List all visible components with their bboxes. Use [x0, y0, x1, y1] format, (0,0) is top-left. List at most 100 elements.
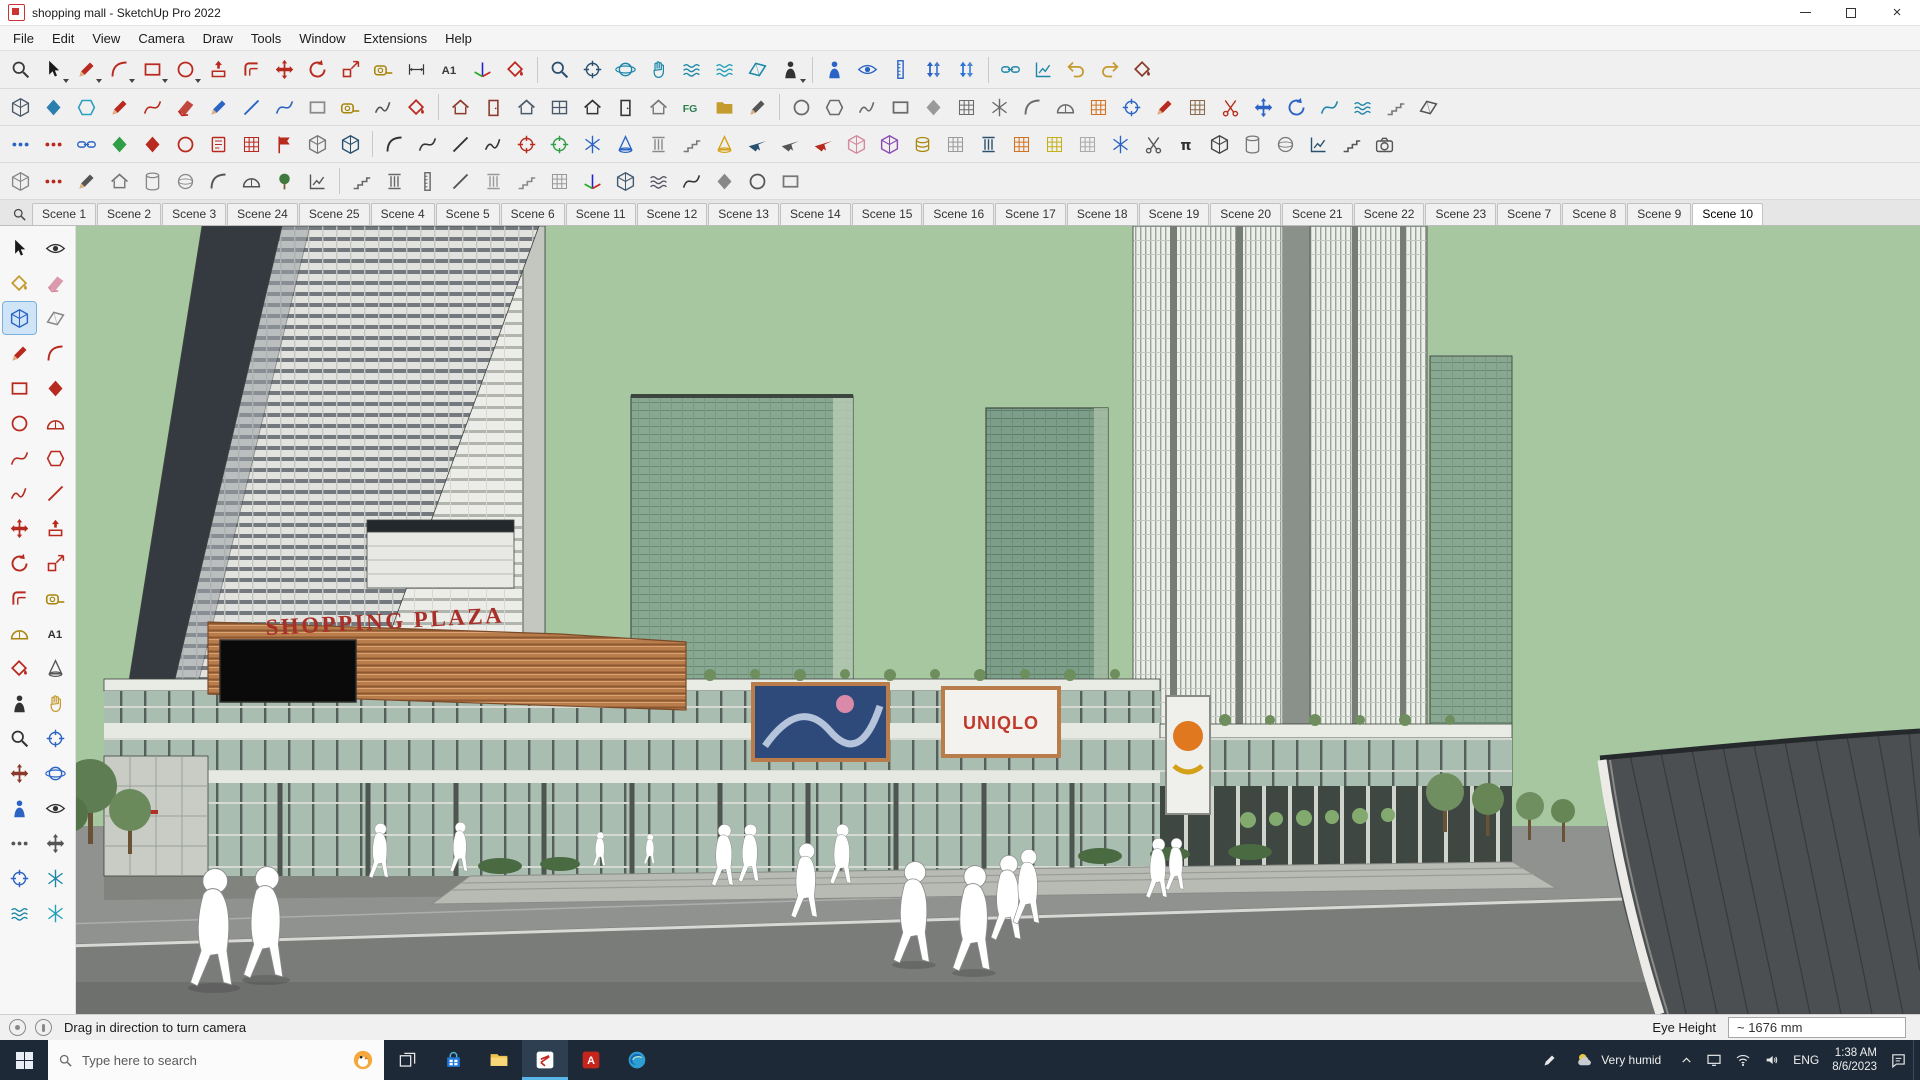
scene-tab-scene-2[interactable]: Scene 2 — [97, 203, 162, 225]
fredo-diamond-icon[interactable] — [37, 91, 70, 123]
target-blue-icon[interactable] — [1115, 91, 1148, 123]
close-button[interactable]: × — [1874, 0, 1920, 25]
wave-4-icon[interactable] — [642, 165, 675, 197]
house-red-icon[interactable] — [444, 91, 477, 123]
fredo-box-icon[interactable] — [4, 91, 37, 123]
pencil-red-icon[interactable] — [103, 91, 136, 123]
pal-rot-rect-icon[interactable] — [39, 372, 72, 404]
pal-move-icon[interactable] — [3, 512, 36, 544]
pal-rotate-icon[interactable] — [3, 547, 36, 579]
pal-cube-icon[interactable] — [2, 301, 37, 335]
pal-orbit-icon[interactable] — [39, 757, 72, 789]
roof-2-icon[interactable] — [103, 165, 136, 197]
scene-tab-scene-18[interactable]: Scene 18 — [1066, 203, 1138, 225]
shape-lasso-icon[interactable] — [851, 91, 884, 123]
scissors-red-icon[interactable] — [1214, 91, 1247, 123]
edge-line-icon[interactable] — [444, 128, 477, 160]
scale-icon[interactable] — [334, 54, 367, 86]
task-view-button[interactable] — [384, 1040, 430, 1080]
pal-protractor-icon[interactable] — [3, 617, 36, 649]
pal-wave-icon[interactable] — [3, 897, 36, 929]
diamond-green-icon[interactable] — [103, 128, 136, 160]
pal-zoom-window-icon[interactable] — [39, 722, 72, 754]
section-2-icon[interactable] — [1412, 91, 1445, 123]
shape-pie-icon[interactable] — [1049, 91, 1082, 123]
sandbox-scratch-icon[interactable] — [708, 54, 741, 86]
pal-smooth-icon[interactable] — [39, 897, 72, 929]
pal-footprints-icon[interactable] — [3, 827, 36, 859]
window-slate-icon[interactable] — [543, 91, 576, 123]
scene-tab-scene-13[interactable]: Scene 13 — [708, 203, 779, 225]
grid-4-icon[interactable] — [543, 165, 576, 197]
language-indicator[interactable]: ENG — [1793, 1053, 1819, 1067]
taskbar-search[interactable]: Type here to search — [48, 1040, 384, 1080]
hatch-brown-icon[interactable] — [1181, 91, 1214, 123]
curve-teal-icon[interactable] — [1313, 91, 1346, 123]
move-blue-icon[interactable] — [1247, 91, 1280, 123]
plus-green-icon[interactable] — [543, 128, 576, 160]
pal-paint-icon[interactable] — [3, 267, 36, 299]
scene-tab-scene-24[interactable]: Scene 24 — [227, 203, 298, 225]
pal-look-icon[interactable] — [39, 792, 72, 824]
steps-4-icon[interactable] — [510, 165, 543, 197]
grid-orange-2-icon[interactable] — [1005, 128, 1038, 160]
slope-tool-icon[interactable] — [1379, 91, 1412, 123]
rect-light-icon[interactable] — [301, 91, 334, 123]
info-icon[interactable] — [35, 1019, 52, 1036]
tape-2-icon[interactable] — [334, 91, 367, 123]
model-viewport[interactable]: SHOPPING PLAZA UNIQLO A1 — [0, 226, 1920, 1014]
walk-height-icon[interactable] — [884, 54, 917, 86]
pal-polygon-icon[interactable] — [39, 442, 72, 474]
pal-section-icon[interactable] — [39, 302, 72, 334]
points-red-2-icon[interactable] — [37, 165, 70, 197]
dome-icon[interactable] — [235, 165, 268, 197]
shape-arc-icon[interactable] — [1016, 91, 1049, 123]
menu-window[interactable]: Window — [290, 26, 354, 50]
scene-tab-scene-5[interactable]: Scene 5 — [435, 203, 500, 225]
zoom-icon[interactable] — [543, 54, 576, 86]
redo-icon[interactable] — [1093, 54, 1126, 86]
line-4-icon[interactable] — [444, 165, 477, 197]
house-slate-icon[interactable] — [510, 91, 543, 123]
hatch-gray-icon[interactable] — [939, 128, 972, 160]
paint-bucket-icon[interactable] — [499, 54, 532, 86]
eye-height-up-icon[interactable] — [917, 54, 950, 86]
curve-red-icon[interactable] — [136, 91, 169, 123]
menu-tools[interactable]: Tools — [242, 26, 290, 50]
line-icon[interactable] — [70, 54, 103, 86]
pal-paint-2-icon[interactable] — [3, 652, 36, 684]
door-dark-icon[interactable] — [609, 91, 642, 123]
pal-position-icon[interactable] — [3, 792, 36, 824]
flag-red-icon[interactable] — [268, 128, 301, 160]
column-gray-icon[interactable] — [642, 128, 675, 160]
scene-tab-scene-3[interactable]: Scene 3 — [162, 203, 227, 225]
cone-blue-icon[interactable] — [609, 128, 642, 160]
eye-height-down-icon[interactable] — [950, 54, 983, 86]
dimension-icon[interactable] — [400, 54, 433, 86]
scene-tab-scene-16[interactable]: Scene 16 — [923, 203, 995, 225]
points-red-icon[interactable] — [37, 128, 70, 160]
scene-tab-scene-17[interactable]: Scene 17 — [995, 203, 1066, 225]
edge-button[interactable] — [614, 1040, 660, 1080]
taskbar-clock[interactable]: 1:38 AM 8/6/2023 — [1832, 1046, 1877, 1074]
pal-zoom-icon[interactable] — [3, 722, 36, 754]
freehand-gray-icon[interactable] — [367, 91, 400, 123]
circle-red-icon[interactable] — [169, 128, 202, 160]
paint-2-icon[interactable] — [400, 91, 433, 123]
weather-widget[interactable]: Very humid — [1570, 1040, 1667, 1080]
pi-tool-icon[interactable]: π — [1170, 128, 1203, 160]
menu-draw[interactable]: Draw — [194, 26, 242, 50]
eye-height-input[interactable]: ~ 1676 mm — [1728, 1017, 1906, 1038]
menu-help[interactable]: Help — [436, 26, 481, 50]
cone-yellow-icon[interactable] — [708, 128, 741, 160]
points-blue-icon[interactable] — [4, 128, 37, 160]
cube-dark-icon[interactable] — [1203, 128, 1236, 160]
plus-red-icon[interactable] — [510, 128, 543, 160]
snow-blue-icon[interactable] — [576, 128, 609, 160]
box-navy-icon[interactable] — [334, 128, 367, 160]
stairs-gray-icon[interactable] — [675, 128, 708, 160]
rotate-blue-icon[interactable] — [1280, 91, 1313, 123]
edge-curve-icon[interactable] — [411, 128, 444, 160]
pal-pie-icon[interactable] — [39, 407, 72, 439]
rect-4-icon[interactable] — [774, 165, 807, 197]
